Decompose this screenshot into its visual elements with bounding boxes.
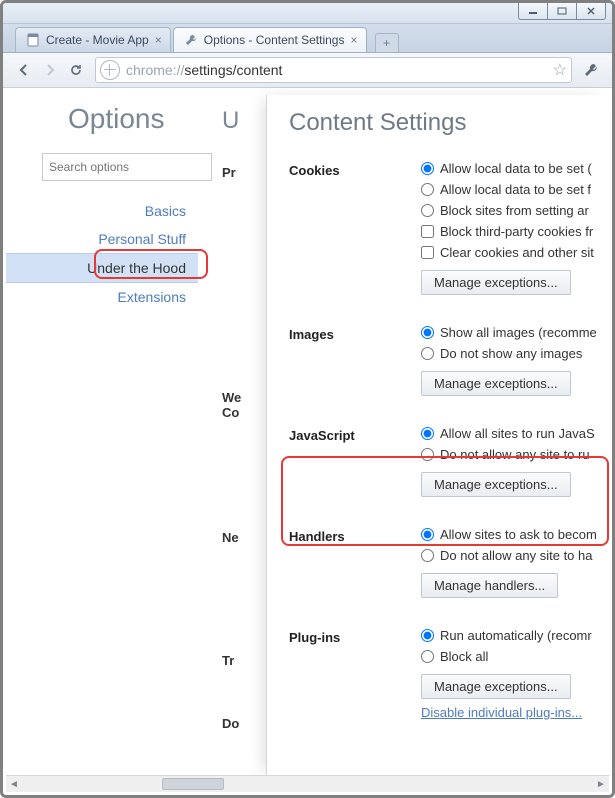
- label-web-cut: We: [222, 390, 241, 405]
- images-option-show-all[interactable]: Show all images (recomme: [421, 325, 609, 340]
- cookies-manage-exceptions-button[interactable]: Manage exceptions...: [421, 270, 571, 295]
- horizontal-scrollbar[interactable]: ◄ ►: [6, 775, 609, 792]
- section-handlers: Handlers Allow sites to ask to becom Do …: [289, 527, 609, 598]
- close-tab-icon[interactable]: ×: [155, 33, 162, 47]
- javascript-option-block-all[interactable]: Do not allow any site to ru: [421, 447, 609, 462]
- section-javascript: JavaScript Allow all sites to run JavaS …: [289, 426, 609, 497]
- tab-label: Options - Content Settings: [204, 33, 345, 47]
- section-heading-javascript: JavaScript: [289, 426, 421, 497]
- scroll-right-arrow-icon[interactable]: ►: [593, 777, 609, 791]
- radio[interactable]: [421, 629, 434, 642]
- label-tr-cut: Tr: [222, 653, 241, 668]
- section-images: Images Show all images (recomme Do not s…: [289, 325, 609, 396]
- section-heading-handlers: Handlers: [289, 527, 421, 598]
- url-text: chrome://settings/content: [126, 62, 549, 78]
- bookmark-star-icon[interactable]: ☆: [553, 60, 567, 80]
- section-heading-cut: U: [222, 107, 241, 135]
- radio[interactable]: [421, 162, 434, 175]
- section-heading-images: Images: [289, 325, 421, 396]
- plugins-manage-exceptions-button[interactable]: Manage exceptions...: [421, 674, 571, 699]
- tab-create-movie-app[interactable]: Create - Movie App ×: [15, 27, 171, 52]
- cookies-option-clear[interactable]: Clear cookies and other sit: [421, 245, 609, 260]
- address-bar[interactable]: chrome://settings/content ☆: [95, 57, 572, 83]
- wrench-menu-button[interactable]: [578, 58, 604, 82]
- content-settings-panel: Content Settings Cookies Allow local dat…: [266, 95, 609, 777]
- handlers-manage-button[interactable]: Manage handlers...: [421, 573, 558, 598]
- radio[interactable]: [421, 427, 434, 440]
- handlers-option-allow[interactable]: Allow sites to ask to becom: [421, 527, 609, 542]
- javascript-manage-exceptions-button[interactable]: Manage exceptions...: [421, 472, 571, 497]
- reload-button[interactable]: [63, 58, 89, 82]
- plugins-option-block-all[interactable]: Block all: [421, 649, 609, 664]
- radio[interactable]: [421, 549, 434, 562]
- options-side-menu: Basics Personal Stuff Under the Hood Ext…: [6, 197, 206, 311]
- label-ne-cut: Ne: [222, 530, 241, 545]
- images-manage-exceptions-button[interactable]: Manage exceptions...: [421, 371, 571, 396]
- sidebar-item-basics[interactable]: Basics: [6, 197, 198, 225]
- section-cookies: Cookies Allow local data to be set ( All…: [289, 161, 609, 295]
- browser-toolbar: chrome://settings/content ☆: [3, 53, 612, 88]
- close-tab-icon[interactable]: ×: [350, 33, 357, 47]
- sidebar-item-under-the-hood[interactable]: Under the Hood: [6, 253, 198, 283]
- window-close-button[interactable]: [576, 3, 606, 20]
- radio[interactable]: [421, 448, 434, 461]
- scroll-left-arrow-icon[interactable]: ◄: [6, 777, 22, 791]
- tab-label: Create - Movie App: [46, 33, 149, 47]
- checkbox[interactable]: [421, 246, 434, 259]
- images-option-do-not-show[interactable]: Do not show any images: [421, 346, 609, 361]
- section-plugins: Plug-ins Run automatically (recomr Block…: [289, 628, 609, 720]
- tab-strip: Create - Movie App × Options - Content S…: [3, 24, 612, 53]
- radio[interactable]: [421, 183, 434, 196]
- forward-button[interactable]: [37, 58, 63, 82]
- radio[interactable]: [421, 347, 434, 360]
- label-do-cut: Do: [222, 716, 241, 731]
- panel-title: Content Settings: [289, 109, 609, 137]
- radio[interactable]: [421, 650, 434, 663]
- handlers-option-block[interactable]: Do not allow any site to ha: [421, 548, 609, 563]
- cookies-option-allow-local[interactable]: Allow local data to be set (: [421, 161, 609, 176]
- sidebar-item-personal-stuff[interactable]: Personal Stuff: [6, 225, 198, 253]
- tab-options-content-settings[interactable]: Options - Content Settings ×: [173, 27, 367, 52]
- window-titlebar: [3, 3, 612, 24]
- disable-individual-plugins-link[interactable]: Disable individual plug-ins...: [421, 705, 582, 720]
- page-favicon-icon: [26, 33, 40, 47]
- window-minimize-button[interactable]: [518, 3, 548, 20]
- wrench-favicon-icon: [184, 33, 198, 47]
- new-tab-button[interactable]: +: [375, 33, 399, 52]
- cookies-option-block-3p[interactable]: Block third-party cookies fr: [421, 224, 609, 239]
- plugins-option-run-auto[interactable]: Run automatically (recomr: [421, 628, 609, 643]
- cookies-option-block-sites[interactable]: Block sites from setting ar: [421, 203, 609, 218]
- checkbox[interactable]: [421, 225, 434, 238]
- scroll-thumb[interactable]: [162, 778, 224, 790]
- label-co-cut: Co: [222, 405, 241, 420]
- window-maximize-button[interactable]: [547, 3, 577, 20]
- sidebar-item-extensions[interactable]: Extensions: [6, 283, 198, 311]
- back-button[interactable]: [11, 58, 37, 82]
- section-heading-plugins: Plug-ins: [289, 628, 421, 720]
- section-heading-cookies: Cookies: [289, 161, 421, 295]
- radio[interactable]: [421, 528, 434, 541]
- radio[interactable]: [421, 326, 434, 339]
- search-options-input[interactable]: [42, 153, 212, 181]
- label-privacy-cut: Pr: [222, 165, 241, 180]
- globe-icon: [100, 60, 120, 80]
- javascript-option-allow-all[interactable]: Allow all sites to run JavaS: [421, 426, 609, 441]
- radio[interactable]: [421, 204, 434, 217]
- scroll-track[interactable]: [22, 777, 593, 791]
- cookies-option-allow-local-2[interactable]: Allow local data to be set f: [421, 182, 609, 197]
